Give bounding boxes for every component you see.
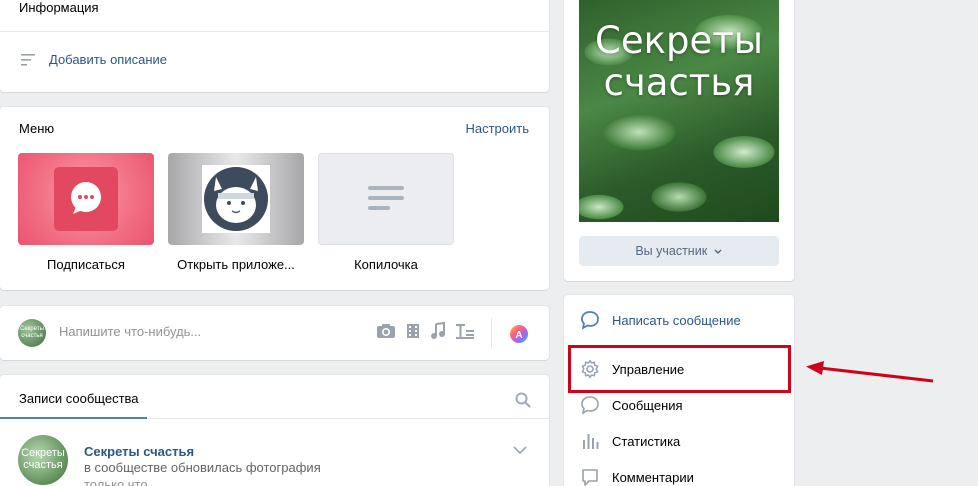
cover-card: Секреты счастья Вы участник <box>564 0 794 281</box>
music-icon[interactable] <box>430 322 446 340</box>
write-message-button[interactable]: Написать сообщение <box>580 310 741 330</box>
statistics-button[interactable]: Статистика <box>580 431 680 451</box>
post-time[interactable]: только что <box>84 477 148 486</box>
arrow-left-icon <box>806 361 934 383</box>
menu-tile-subscribe[interactable]: Подписаться <box>18 153 154 272</box>
highlight-box <box>568 345 791 393</box>
tab-underline <box>0 417 147 419</box>
avatar-text: Секреты счастья <box>20 326 44 339</box>
action-label: Написать сообщение <box>612 312 741 328</box>
bar-chart-icon <box>583 434 599 449</box>
member-status-label: Вы участник <box>635 244 708 258</box>
action-label: Комментарии <box>612 469 694 485</box>
action-label: Статистика <box>612 433 681 449</box>
camera-icon[interactable] <box>376 322 396 340</box>
svg-text:A: A <box>515 330 522 341</box>
divider <box>491 318 492 348</box>
message-bubble-icon <box>54 167 118 231</box>
avatar[interactable]: Секреты счастья <box>18 435 68 485</box>
menu-configure-link[interactable]: Настроить <box>465 121 529 136</box>
composer-input[interactable]: Напишите что-нибудь... <box>59 324 201 339</box>
chat-bubble-icon <box>581 311 599 330</box>
info-card: Информация Добавить описание <box>0 0 549 92</box>
video-icon[interactable] <box>405 322 421 340</box>
message-icon <box>581 396 599 415</box>
post-composer: Секреты счастья Напишите что-нибудь... <box>0 306 549 360</box>
add-description-link[interactable]: Добавить описание <box>20 52 167 67</box>
divider <box>0 31 549 32</box>
info-title: Информация <box>19 0 99 15</box>
comment-icon <box>582 469 598 486</box>
menu-tile-image <box>318 153 454 245</box>
menu-tile-piggybank[interactable]: Копилочка <box>318 153 454 272</box>
add-description-label: Добавить описание <box>49 52 167 67</box>
member-status-button[interactable]: Вы участник <box>579 236 779 266</box>
tab-community-posts[interactable]: Записи сообщества <box>19 391 139 406</box>
palette-icon[interactable]: A <box>509 324 529 344</box>
text-lines-icon <box>368 186 404 210</box>
avatar-text: Секреты счастья <box>21 447 65 471</box>
messages-button[interactable]: Сообщения <box>580 395 683 415</box>
menu-tile-image <box>18 153 154 245</box>
menu-tile-label: Копилочка <box>354 257 418 272</box>
menu-title: Меню <box>19 121 55 136</box>
menu-tile-image <box>168 153 304 245</box>
chevron-down-icon[interactable] <box>512 445 528 455</box>
action-label: Сообщения <box>612 397 683 413</box>
posts-card: Записи сообщества Секреты счастья Секрет… <box>0 375 549 486</box>
search-icon[interactable] <box>515 392 531 408</box>
cat-app-icon <box>202 165 270 233</box>
chevron-down-icon <box>714 249 722 254</box>
menu-tile-label: Подписаться <box>47 257 125 272</box>
menu-tile-open-app[interactable]: Открыть приложе... <box>168 153 304 272</box>
menu-tile-label: Открыть приложе... <box>177 257 295 272</box>
composer-tools <box>376 322 475 340</box>
avatar: Секреты счастья <box>18 319 46 347</box>
cover-title: Секреты счастья <box>595 19 763 104</box>
text-format-icon[interactable] <box>455 322 475 340</box>
menu-card: Меню Настроить Подписаться Открыть прило… <box>0 107 549 290</box>
description-lines-icon <box>21 53 35 66</box>
comments-button[interactable]: Комментарии <box>580 467 694 486</box>
post-author[interactable]: Секреты счастья <box>84 444 194 459</box>
post-text: в сообществе обновилась фотография <box>84 460 321 475</box>
